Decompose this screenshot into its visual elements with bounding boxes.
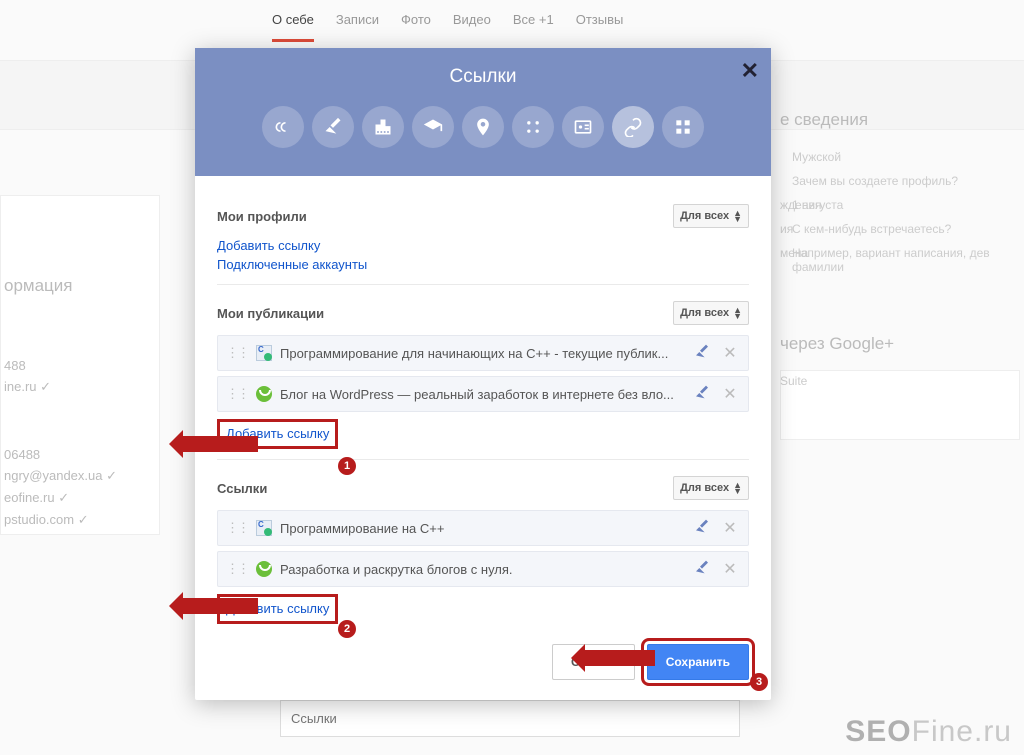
delete-icon[interactable]: ✕ xyxy=(720,384,740,404)
basic-info-icon[interactable] xyxy=(512,106,554,148)
visibility-select-publications[interactable]: Для всех ▲▼ xyxy=(673,301,749,325)
bg-left-item: ngry@yandex.ua ✓ xyxy=(4,468,110,484)
list-item[interactable]: ⋮⋮ Программирование на C++ ✕ xyxy=(217,510,749,546)
tab-photos[interactable]: Фото xyxy=(401,12,431,42)
bg-value: С кем-нибудь встречаетесь? xyxy=(792,222,951,236)
tab-reviews[interactable]: Отзывы xyxy=(576,12,624,42)
list-item[interactable]: ⋮⋮ Программирование для начинающих на C+… xyxy=(217,335,749,371)
links-icon[interactable] xyxy=(612,106,654,148)
edit-icon[interactable] xyxy=(692,560,712,579)
section-profiles: Мои профили Для всех ▲▼ Добавить ссылку … xyxy=(217,188,749,284)
dialog-title: Ссылки xyxy=(195,48,771,88)
category-icons xyxy=(195,106,771,148)
visibility-select-links[interactable]: Для всех ▲▼ xyxy=(673,476,749,500)
bg-right-header: е сведения xyxy=(780,110,1024,130)
visibility-label: Для всех xyxy=(680,307,729,319)
item-text: Разработка и раскрутка блогов с нуля. xyxy=(280,562,684,577)
visibility-label: Для всех xyxy=(680,482,729,494)
drag-handle-icon[interactable]: ⋮⋮ xyxy=(226,345,248,361)
watermark-seo: SEO xyxy=(845,715,911,748)
dialog-header: ✕ Ссылки xyxy=(195,48,771,176)
favicon-cpp-icon xyxy=(256,345,272,361)
drag-handle-icon[interactable]: ⋮⋮ xyxy=(226,561,248,577)
favicon-wp-icon xyxy=(256,561,272,577)
annotation-arrow-3 xyxy=(585,650,655,666)
drag-handle-icon[interactable]: ⋮⋮ xyxy=(226,520,248,536)
item-text: Блог на WordPress — реальный заработок в… xyxy=(280,387,684,402)
bg-value: Мужской xyxy=(792,150,841,164)
bg-left-item: ine.ru ✓ xyxy=(4,379,110,395)
delete-icon[interactable]: ✕ xyxy=(720,559,740,579)
education-icon[interactable] xyxy=(412,106,454,148)
links-dialog: ✕ Ссылки Мои профили Для всех ▲▼ Добави xyxy=(195,48,771,700)
tab-posts[interactable]: Записи xyxy=(336,12,379,42)
delete-icon[interactable]: ✕ xyxy=(720,518,740,538)
contact-icon[interactable] xyxy=(562,106,604,148)
visibility-label: Для всех xyxy=(680,210,729,222)
annotation-arrow-2 xyxy=(183,598,258,614)
bg-value: Например, вариант написания, дев фамилии xyxy=(792,246,1024,274)
bg-bottom-input-wrap xyxy=(280,700,740,737)
annotation-badge-1: 1 xyxy=(338,457,356,475)
list-item[interactable]: ⋮⋮ Блог на WordPress — реальный заработо… xyxy=(217,376,749,412)
bg-left-item: 488 xyxy=(4,358,110,373)
section-links: Ссылки Для всех ▲▼ ⋮⋮ Программирование н… xyxy=(217,459,749,634)
bg-left-header: ормация xyxy=(4,276,110,296)
bg-value: 1 августа xyxy=(792,198,843,212)
dialog-footer: Отмена Сохранить xyxy=(217,634,749,680)
section-title-links: Ссылки xyxy=(217,481,267,496)
item-text: Программирование на C++ xyxy=(280,521,684,536)
watermark-fine: Fine.ru xyxy=(912,715,1012,748)
work-icon[interactable] xyxy=(362,106,404,148)
edit-icon[interactable] xyxy=(692,344,712,363)
bg-links-field[interactable] xyxy=(280,700,740,737)
favicon-wp-icon xyxy=(256,386,272,402)
visibility-select-profiles[interactable]: Для всех ▲▼ xyxy=(673,204,749,228)
watermark: SEOFine.ru xyxy=(845,715,1012,749)
bg-left-item: pstudio.com ✓ xyxy=(4,512,110,528)
dialog-body: Мои профили Для всех ▲▼ Добавить ссылку … xyxy=(195,176,771,700)
section-title-profiles: Мои профили xyxy=(217,209,307,224)
tab-about[interactable]: О себе xyxy=(272,12,314,42)
section-publications: Мои публикации Для всех ▲▼ ⋮⋮ Программир… xyxy=(217,284,749,459)
tab-videos[interactable]: Видео xyxy=(453,12,491,42)
bg-right-sidebar: е сведения Мужской Зачем вы создаете про… xyxy=(780,110,1024,388)
bg-left-sidebar: ормация 488 ine.ru ✓ 06488 ngry@yandex.u… xyxy=(0,270,110,534)
caret-icon: ▲▼ xyxy=(733,482,742,494)
delete-icon[interactable]: ✕ xyxy=(720,343,740,363)
bg-value: Зачем вы создаете профиль? xyxy=(792,174,958,188)
add-link-profiles[interactable]: Добавить ссылку xyxy=(217,238,749,253)
favicon-cpp-icon xyxy=(256,520,272,536)
bg-right-header2: через Google+ xyxy=(780,334,1024,354)
annotation-badge-3: 3 xyxy=(750,673,768,691)
caret-icon: ▲▼ xyxy=(733,307,742,319)
tab-plusones[interactable]: Все +1 xyxy=(513,12,554,42)
bg-right-sub: Suite xyxy=(780,374,1024,388)
section-title-publications: Мои публикации xyxy=(217,306,324,321)
bg-left-item: 06488 xyxy=(4,447,110,462)
edit-icon[interactable] xyxy=(692,519,712,538)
edit-icon[interactable] xyxy=(692,385,712,404)
apps-icon[interactable] xyxy=(662,106,704,148)
drag-handle-icon[interactable]: ⋮⋮ xyxy=(226,386,248,402)
caret-icon: ▲▼ xyxy=(733,210,742,222)
profile-tabs: О себе Записи Фото Видео Все +1 Отзывы xyxy=(0,0,1024,42)
annotation-arrow-1 xyxy=(183,436,258,452)
story-icon[interactable] xyxy=(312,106,354,148)
close-icon[interactable]: ✕ xyxy=(741,58,759,84)
bg-left-item: eofine.ru ✓ xyxy=(4,490,110,506)
save-button[interactable]: Сохранить xyxy=(647,644,749,680)
connected-accounts-link[interactable]: Подключенные аккаунты xyxy=(217,257,749,272)
annotation-badge-2: 2 xyxy=(338,620,356,638)
item-text: Программирование для начинающих на C++ -… xyxy=(280,346,684,361)
places-icon[interactable] xyxy=(462,106,504,148)
list-item[interactable]: ⋮⋮ Разработка и раскрутка блогов с нуля.… xyxy=(217,551,749,587)
tagline-icon[interactable] xyxy=(262,106,304,148)
